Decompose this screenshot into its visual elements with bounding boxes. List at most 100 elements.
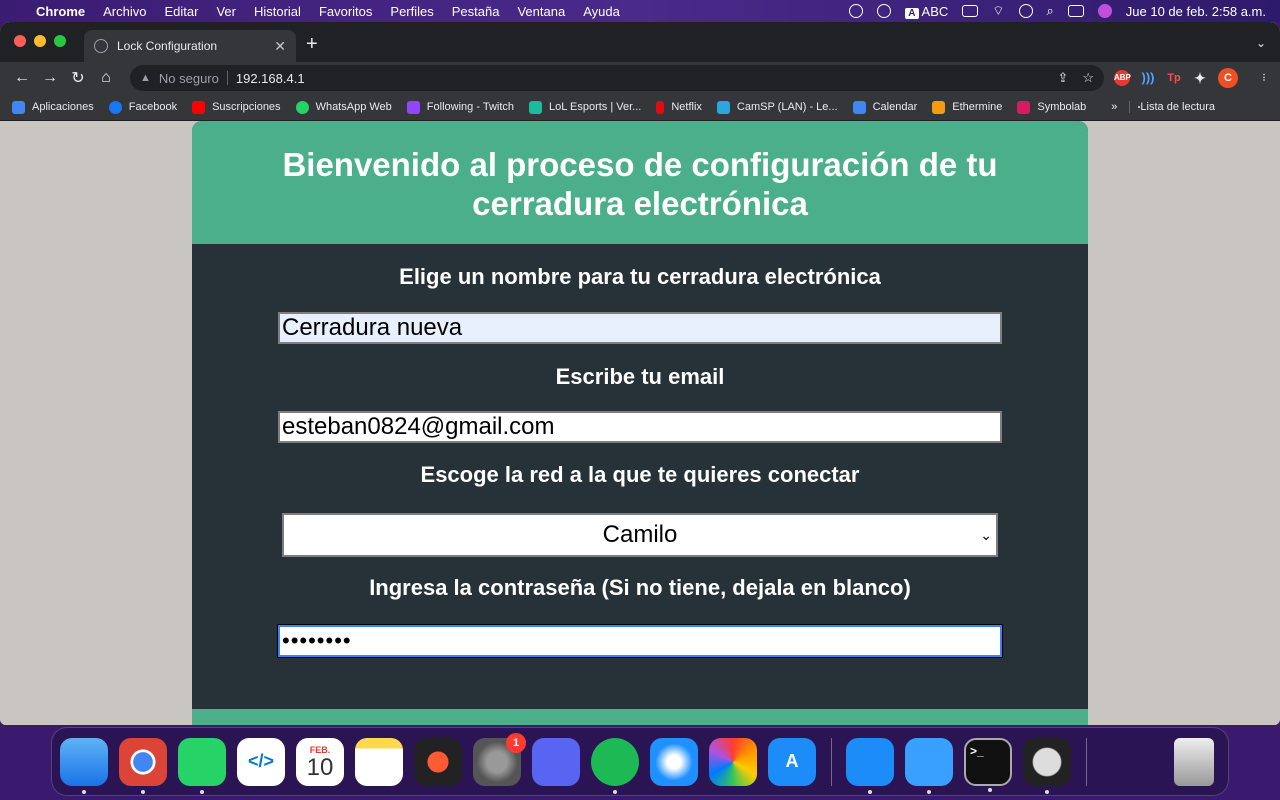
finder-icon[interactable] xyxy=(60,737,108,794)
bookmark-label: Aplicaciones xyxy=(32,101,94,113)
bookmark-twitch[interactable]: Following - Twitch xyxy=(406,100,515,114)
back-button[interactable]: ← xyxy=(8,69,36,87)
chrome-menu-icon[interactable]: ⋮ xyxy=(1256,70,1272,86)
discord-icon[interactable] xyxy=(532,737,580,786)
instruments-icon[interactable] xyxy=(414,737,462,786)
notification-badge: 1 xyxy=(506,732,526,753)
close-window-button[interactable] xyxy=(14,35,26,47)
menu-ver[interactable]: Ver xyxy=(216,4,236,19)
system-preferences-icon[interactable]: 1 xyxy=(473,732,526,786)
menu-pestana[interactable]: Pestaña xyxy=(452,4,500,19)
page-viewport: Bienvenido al proceso de configuración d… xyxy=(0,121,1280,725)
macos-dock: </> FEB. 10 1 A >_ xyxy=(51,727,1229,796)
page-title: Bienvenido al proceso de configuración d… xyxy=(282,145,998,222)
tab-search-chevron-icon[interactable]: ⌄ xyxy=(1256,36,1266,50)
warning-triangle-icon[interactable]: ▲ xyxy=(140,72,151,84)
menu-archivo[interactable]: Archivo xyxy=(103,4,146,19)
facebook-icon xyxy=(108,100,122,114)
menu-editar[interactable]: Editar xyxy=(164,4,198,19)
network-select[interactable]: Camilo ⌄ xyxy=(282,513,998,557)
globe-icon xyxy=(94,39,108,53)
url-text[interactable]: 192.168.4.1 xyxy=(236,71,305,86)
bookmark-netflix[interactable]: Netflix xyxy=(656,100,702,114)
minimize-window-button[interactable] xyxy=(34,35,46,47)
spotify-icon[interactable] xyxy=(591,737,639,794)
bookmark-ethermine[interactable]: Ethermine xyxy=(932,100,1003,114)
input-source-icon: A xyxy=(905,7,919,19)
bookmark-suscripciones[interactable]: Suscripciones xyxy=(192,100,281,114)
adblock-plus-icon[interactable]: ABP xyxy=(1114,70,1131,86)
new-tab-button[interactable]: + xyxy=(306,34,318,54)
bookmark-camsp[interactable]: CamSP (LAN) - Le... xyxy=(716,100,838,114)
siri-icon[interactable] xyxy=(1097,4,1112,18)
bookmark-lol-esports[interactable]: LoL Esports | Ver... xyxy=(529,100,641,114)
running-indicator xyxy=(82,789,86,794)
config-form: Elige un nombre para tu cerradura electr… xyxy=(192,244,1088,658)
running-indicator xyxy=(1045,789,1049,794)
bookmark-whatsapp-web[interactable]: WhatsApp Web xyxy=(295,100,392,114)
xcode-icon[interactable] xyxy=(846,737,894,794)
menu-historial[interactable]: Historial xyxy=(254,4,301,19)
whatsapp-dock-icon[interactable] xyxy=(178,737,226,794)
email-label: Escribe tu email xyxy=(555,364,725,389)
bookmark-symbolab[interactable]: Symbolab xyxy=(1017,100,1086,114)
terminal-icon[interactable]: >_ xyxy=(964,737,1012,792)
macos-menu-bar: Chrome Archivo Editar Ver Historial Favo… xyxy=(0,0,1280,22)
bookmarks-overflow-chevron[interactable]: » xyxy=(1111,101,1117,113)
broadcast-extension-icon[interactable]: ))) xyxy=(1140,70,1156,86)
media-play-icon[interactable] xyxy=(877,4,892,18)
menu-app-name[interactable]: Chrome xyxy=(36,4,85,19)
obs-icon[interactable] xyxy=(1023,737,1071,794)
reading-list-button[interactable]: Lista de lectura xyxy=(1129,101,1215,113)
vpn-status-icon[interactable] xyxy=(849,4,864,18)
bookmark-calendar[interactable]: Calendar xyxy=(852,100,917,114)
tab-lock-configuration[interactable]: Lock Configuration ✕ xyxy=(84,30,296,62)
window-controls xyxy=(14,35,66,47)
control-center-icon[interactable] xyxy=(1067,5,1084,17)
simulator-icon[interactable] xyxy=(905,737,953,794)
menu-clock[interactable]: Jue 10 de feb. 2:58 a.m. xyxy=(1126,4,1266,19)
app-store-icon[interactable]: A xyxy=(768,737,816,786)
lock-name-input[interactable] xyxy=(278,312,1002,344)
close-tab-icon[interactable]: ✕ xyxy=(274,38,286,55)
address-bar[interactable]: ▲ No seguro 192.168.4.1 ⇪ ☆ xyxy=(130,65,1104,91)
bookmark-label: CamSP (LAN) - Le... xyxy=(736,101,838,113)
bookmark-facebook[interactable]: Facebook xyxy=(108,100,178,114)
email-input[interactable] xyxy=(278,411,1002,443)
wifi-icon[interactable]: ⌔ xyxy=(992,3,1004,19)
menu-perfiles[interactable]: Perfiles xyxy=(390,4,433,19)
tp-extension-icon[interactable]: Tp xyxy=(1166,70,1182,86)
chrome-icon[interactable] xyxy=(119,737,167,794)
user-account-icon[interactable] xyxy=(1018,4,1033,18)
dock-separator xyxy=(1086,737,1087,786)
menu-ayuda[interactable]: Ayuda xyxy=(583,4,620,19)
profile-avatar[interactable]: C xyxy=(1218,68,1238,88)
share-icon[interactable]: ⇪ xyxy=(1057,70,1068,86)
notes-icon[interactable] xyxy=(355,737,403,786)
reload-button[interactable]: ↻ xyxy=(64,68,92,88)
battery-icon[interactable] xyxy=(962,5,979,17)
running-indicator xyxy=(927,789,931,794)
bookmarks-bar: Aplicaciones Facebook Suscripciones What… xyxy=(0,94,1280,121)
menu-favoritos[interactable]: Favoritos xyxy=(319,4,372,19)
trash-icon[interactable] xyxy=(1174,737,1214,786)
security-label[interactable]: No seguro xyxy=(159,71,219,86)
forward-button[interactable]: → xyxy=(36,69,64,87)
bookmark-label: Facebook xyxy=(128,101,178,113)
menu-ventana[interactable]: Ventana xyxy=(517,4,565,19)
home-button[interactable]: ⌂ xyxy=(92,69,120,87)
spotlight-search-icon[interactable]: ⌕ xyxy=(1047,3,1054,19)
bookmark-label: Suscripciones xyxy=(212,101,281,113)
bookmark-label: Following - Twitch xyxy=(426,101,515,113)
bookmark-aplicaciones[interactable]: Aplicaciones xyxy=(12,100,94,114)
safari-icon[interactable] xyxy=(650,737,698,786)
vscode-icon[interactable]: </> xyxy=(237,737,285,786)
zoom-window-button[interactable] xyxy=(54,35,66,47)
input-source-menu[interactable]: A ABC xyxy=(905,4,948,19)
bookmark-star-icon[interactable]: ☆ xyxy=(1082,70,1094,86)
password-input[interactable]: •••••••• xyxy=(277,624,1003,658)
extensions-puzzle-icon[interactable]: ✦ xyxy=(1192,70,1208,86)
bookmark-label: Ethermine xyxy=(952,101,1003,113)
calendar-app-icon[interactable]: FEB. 10 xyxy=(296,737,344,786)
photos-icon[interactable] xyxy=(709,737,757,786)
